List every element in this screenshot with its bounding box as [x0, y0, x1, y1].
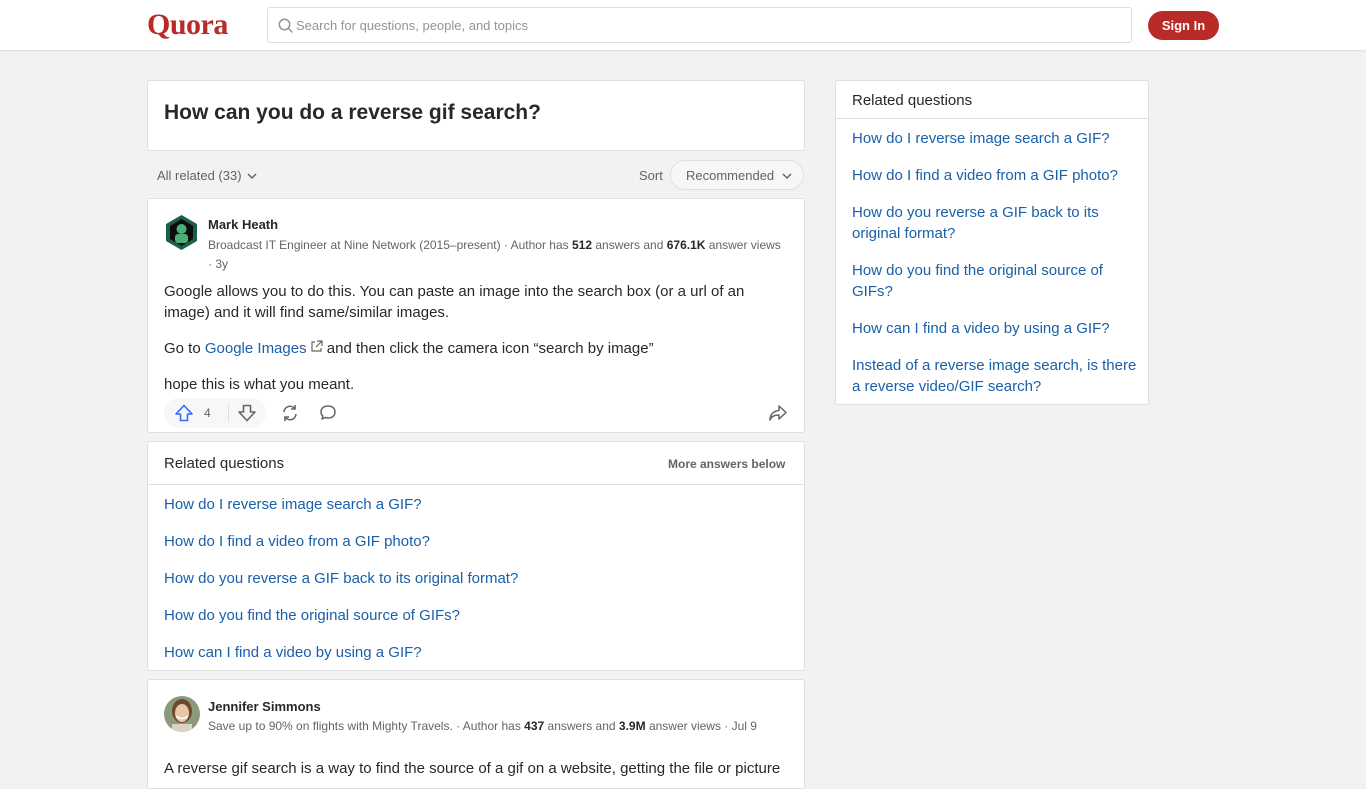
vote-divider: [228, 404, 229, 422]
top-nav-bar: Quora Sign In: [0, 0, 1366, 51]
vote-group: 4: [164, 398, 266, 428]
sidebar-header: Related questions: [836, 81, 1148, 119]
downvote-arrow-icon[interactable]: [237, 404, 257, 422]
sort-bar: All related (33) Sort Recommended: [147, 160, 805, 190]
author-name[interactable]: Jennifer Simmons: [208, 699, 321, 714]
all-related-dropdown[interactable]: All related (33): [157, 168, 258, 183]
search-icon: [278, 18, 293, 33]
answer-body: Google allows you to do this. You can pa…: [164, 281, 764, 410]
sidebar-question-link[interactable]: Instead of a reverse image search, is th…: [852, 355, 1137, 397]
sort-dropdown[interactable]: Recommended: [670, 160, 804, 190]
related-list: How do I reverse image search a GIF? How…: [164, 494, 518, 679]
answers-count: 437: [524, 719, 545, 733]
sidebar-question-link[interactable]: How do you find the original source of G…: [852, 260, 1137, 302]
answers-count: 512: [571, 238, 593, 252]
related-question-link[interactable]: How do I find a video from a GIF photo?: [164, 531, 518, 568]
question-title: How can you do a reverse gif search?: [164, 101, 541, 124]
cred-tail: answer views · Jul 9: [645, 719, 757, 733]
chevron-down-icon: [782, 173, 792, 180]
sidebar-question-link[interactable]: How do I find a video from a GIF photo?: [852, 165, 1137, 186]
author-name[interactable]: Mark Heath: [208, 217, 278, 232]
answer-card: Mark Heath Broadcast IT Engineer at Nine…: [147, 198, 805, 433]
views-count: 676.1K: [666, 238, 706, 252]
share-icon[interactable]: [768, 404, 788, 422]
sidebar-list: How do I reverse image search a GIF? How…: [852, 128, 1137, 413]
views-count: 3.9M: [618, 719, 646, 733]
search-box[interactable]: [267, 7, 1132, 43]
cred-text: Broadcast IT Engineer at Nine Network (2…: [208, 238, 572, 252]
google-images-link[interactable]: Google Images: [205, 340, 307, 357]
related-question-link[interactable]: How can I find a video by using a GIF?: [164, 642, 518, 679]
sidebar-related-questions: Related questions How do I reverse image…: [835, 80, 1149, 405]
sort-value: Recommended: [686, 168, 775, 183]
related-questions-inline: Related questions More answers below How…: [147, 441, 805, 671]
chevron-down-icon: [247, 173, 257, 180]
cred-mid: answers and: [544, 719, 619, 733]
author-credentials: Save up to 90% on flights with Mighty Tr…: [208, 717, 788, 736]
cred-text: Save up to 90% on flights with Mighty Tr…: [208, 719, 525, 733]
upvote-count: 4: [204, 406, 211, 420]
sign-in-button[interactable]: Sign In: [1148, 11, 1219, 40]
related-question-link[interactable]: How do you find the original source of G…: [164, 605, 518, 642]
reshare-icon[interactable]: [280, 404, 300, 422]
author-credentials: Broadcast IT Engineer at Nine Network (2…: [208, 236, 788, 274]
sidebar-question-link[interactable]: How can I find a video by using a GIF?: [852, 318, 1137, 339]
author-avatar-image: [166, 215, 197, 250]
sidebar-title: Related questions: [852, 92, 973, 109]
answer-paragraph: Go to Google Images and then click the c…: [164, 338, 764, 359]
para-text: and then click the camera icon “search b…: [322, 340, 654, 357]
search-input[interactable]: [296, 8, 1116, 42]
sort-label: Sort: [639, 168, 663, 183]
avatar[interactable]: [164, 215, 199, 250]
upvote-arrow-icon[interactable]: [174, 404, 194, 422]
avatar[interactable]: [164, 696, 200, 732]
related-question-link[interactable]: How do you reverse a GIF back to its ori…: [164, 568, 518, 605]
answer-paragraph: hope this is what you meant.: [164, 376, 355, 393]
related-title: Related questions: [164, 455, 285, 472]
answer-actions: 4: [164, 398, 790, 428]
para-text: Go to: [164, 340, 205, 357]
external-link-icon: [310, 340, 323, 352]
all-related-label: All related (33): [157, 168, 242, 183]
quora-logo[interactable]: Quora: [147, 8, 228, 42]
related-header: Related questions More answers below: [148, 442, 804, 485]
sidebar-question-link[interactable]: How do you reverse a GIF back to its ori…: [852, 202, 1137, 244]
cred-mid: answers and: [592, 238, 667, 252]
related-question-link[interactable]: How do I reverse image search a GIF?: [164, 494, 518, 531]
answer-snippet: A reverse gif search is a way to find th…: [164, 760, 781, 777]
question-card: How can you do a reverse gif search?: [147, 80, 805, 151]
more-answers-below: More answers below: [668, 457, 786, 471]
comment-icon[interactable]: [318, 404, 338, 422]
answer-card: Jennifer Simmons Save up to 90% on fligh…: [147, 679, 805, 789]
author-avatar-image: [164, 696, 200, 732]
sidebar-question-link[interactable]: How do I reverse image search a GIF?: [852, 128, 1137, 149]
answer-paragraph: Google allows you to do this. You can pa…: [164, 283, 745, 321]
